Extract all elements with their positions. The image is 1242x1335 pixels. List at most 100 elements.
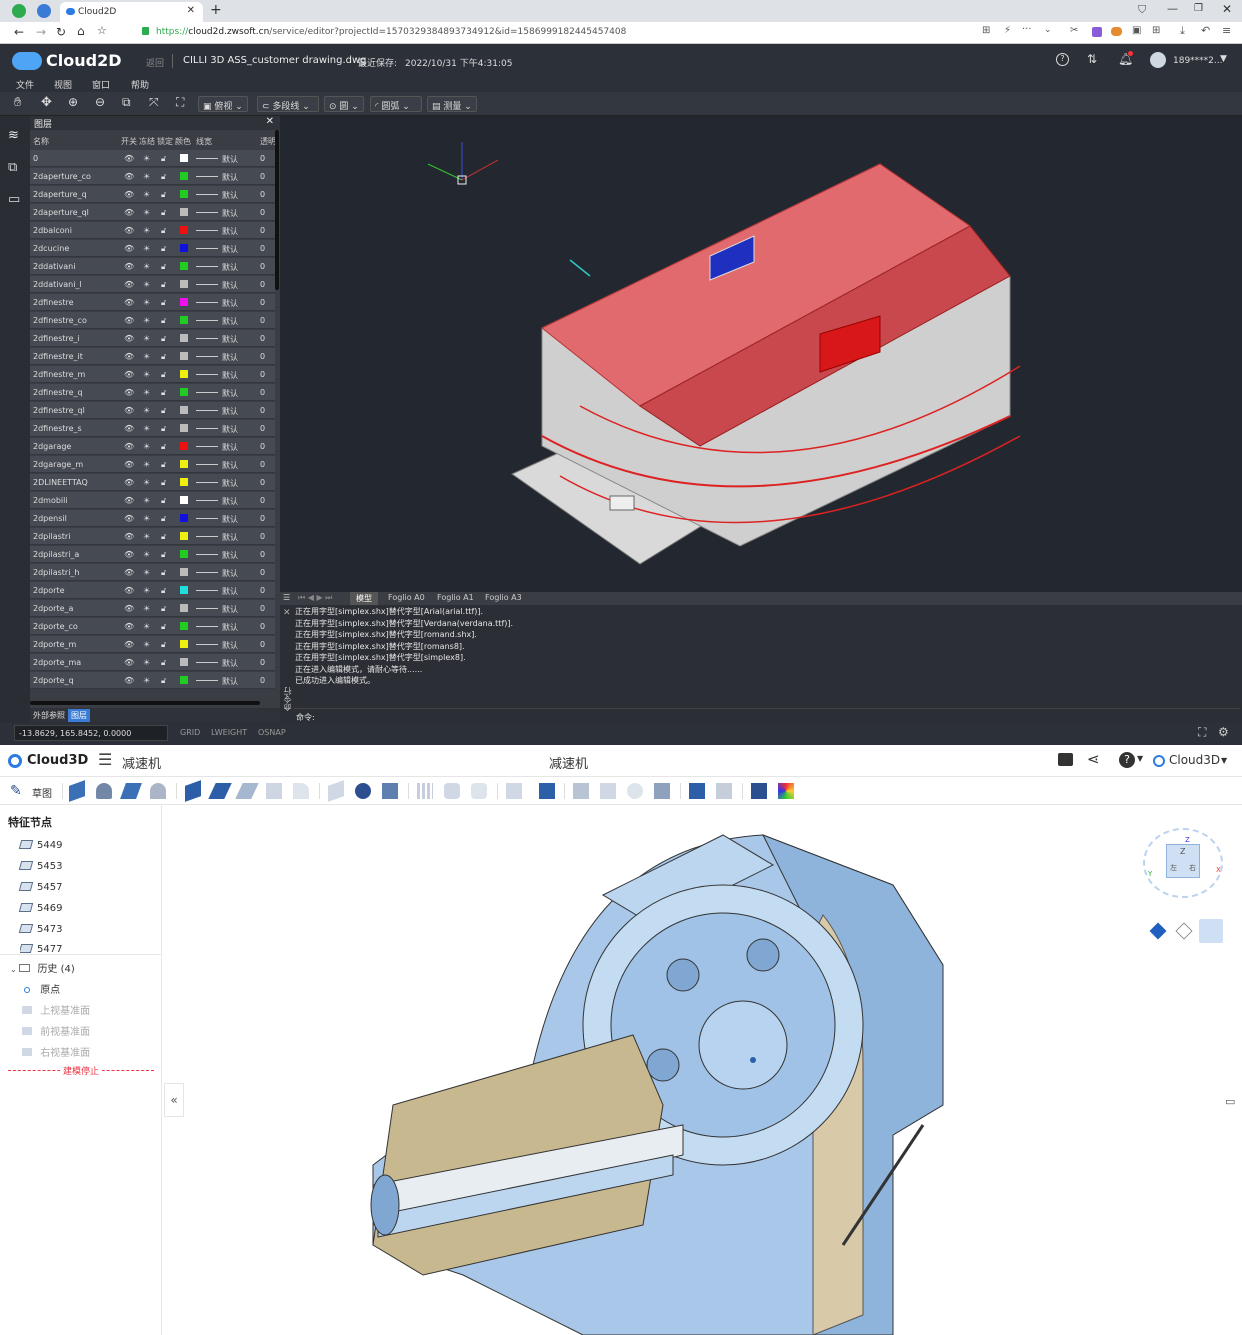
history-folder[interactable]: ⌄ 历史 (4): [10, 960, 75, 976]
chamfer-icon[interactable]: [355, 783, 371, 799]
eye-icon[interactable]: 👁︎: [124, 568, 134, 577]
sun-icon[interactable]: ☀: [143, 532, 150, 541]
layer-color-swatch[interactable]: [180, 316, 188, 324]
tree-node[interactable]: 5477: [20, 944, 62, 953]
layer-row[interactable]: 2dpilastri_h 👁︎ ☀ 🔓︎ 默认 0: [30, 564, 275, 581]
layer-color-swatch[interactable]: [180, 496, 188, 504]
layer-color-swatch[interactable]: [180, 190, 188, 198]
origin-item[interactable]: 原点: [24, 981, 60, 997]
view-dropdown[interactable]: ▣ 俯视 ⌄: [198, 96, 248, 112]
collapse-tree-icon[interactable]: «: [164, 1083, 184, 1117]
shell-icon[interactable]: [266, 783, 282, 799]
close-panel-icon[interactable]: ✕: [266, 116, 274, 127]
layer-color-swatch[interactable]: [180, 442, 188, 450]
apps-icon[interactable]: ⊞: [1152, 25, 1160, 36]
cut-sweep-icon[interactable]: [235, 783, 259, 799]
sun-icon[interactable]: ☀: [143, 388, 150, 397]
lock-icon[interactable]: 🔓︎: [161, 352, 166, 362]
sun-icon[interactable]: ☀: [143, 370, 150, 379]
grid-toggle[interactable]: GRID: [180, 728, 200, 737]
layer-row[interactable]: 2dfinestre_co 👁︎ ☀ 🔓︎ 默认 0: [30, 312, 275, 329]
section-icon[interactable]: [716, 783, 732, 799]
extension-purple-icon[interactable]: [1092, 27, 1102, 37]
back-arrow-icon[interactable]: ←: [14, 25, 24, 39]
layer-color-swatch[interactable]: [180, 640, 188, 648]
layer-color-swatch[interactable]: [180, 478, 188, 486]
layer-row[interactable]: 2dpilastri_a 👁︎ ☀ 🔓︎ 默认 0: [30, 546, 275, 563]
regen-icon[interactable]: ⛶: [176, 95, 184, 110]
extension-icon[interactable]: [37, 4, 51, 18]
sheet-tab-a3[interactable]: Foglio A3: [485, 593, 522, 602]
zoom-window-icon[interactable]: ⧉: [122, 95, 131, 110]
layer-row[interactable]: 2dporte_q 👁︎ ☀ 🔓︎ 默认 0: [30, 672, 275, 689]
layer-color-swatch[interactable]: [180, 352, 188, 360]
lock-icon[interactable]: 🔓︎: [161, 586, 166, 596]
layer-color-swatch[interactable]: [180, 298, 188, 306]
sun-icon[interactable]: ☀: [143, 172, 150, 181]
close-cmd-icon[interactable]: ✕: [283, 608, 291, 618]
cut-revolve-icon[interactable]: [208, 783, 232, 799]
panel-scrollbar[interactable]: [30, 701, 260, 705]
layer-row[interactable]: 2ddativani 👁︎ ☀ 🔓︎ 默认 0: [30, 258, 275, 275]
eye-icon[interactable]: 👁︎: [124, 640, 134, 649]
layer-color-swatch[interactable]: [180, 604, 188, 612]
lock-icon[interactable]: 🔓︎: [161, 388, 166, 398]
menu-icon[interactable]: ≡: [1222, 24, 1231, 37]
browser-tab-cloud2d[interactable]: Cloud2D ✕: [60, 2, 203, 22]
lock-icon[interactable]: 🔓︎: [161, 478, 166, 488]
eye-icon[interactable]: 👁︎: [124, 172, 134, 181]
layer-row[interactable]: 2daperture_ql 👁︎ ☀ 🔓︎ 默认 0: [30, 204, 275, 221]
sheet-tab-model[interactable]: 模型: [350, 592, 378, 605]
bookmark-icon[interactable]: ☆: [97, 24, 107, 37]
sun-icon[interactable]: ☀: [143, 478, 150, 487]
sheet-tab-a0[interactable]: Foglio A0: [388, 593, 425, 602]
layer-color-swatch[interactable]: [180, 568, 188, 576]
layer-color-swatch[interactable]: [180, 226, 188, 234]
game-icon[interactable]: [1111, 27, 1122, 36]
eye-icon[interactable]: 👁︎: [124, 586, 134, 595]
appearance-icon[interactable]: [778, 783, 794, 799]
eye-icon[interactable]: 👁︎: [124, 352, 134, 361]
sun-icon[interactable]: ☀: [143, 658, 150, 667]
eye-icon[interactable]: 👁︎: [124, 514, 134, 523]
move-icon[interactable]: ✥: [41, 95, 52, 110]
tree-node[interactable]: 5473: [18, 924, 62, 940]
sun-icon[interactable]: ☀: [143, 280, 150, 289]
sketch-button[interactable]: 草图: [32, 785, 52, 800]
layer-color-swatch[interactable]: [180, 388, 188, 396]
layer-row[interactable]: 2dporte_co 👁︎ ☀ 🔓︎ 默认 0: [30, 618, 275, 635]
lock-icon[interactable]: 🔓︎: [161, 460, 166, 470]
layer-row[interactable]: 2dporte_ma 👁︎ ☀ 🔓︎ 默认 0: [30, 654, 275, 671]
layer-row[interactable]: 2dmobili 👁︎ ☀ 🔓︎ 默认 0: [30, 492, 275, 509]
undo-icon[interactable]: ↶: [1201, 24, 1210, 37]
wrench-icon[interactable]: [654, 783, 670, 799]
lock-icon[interactable]: 🔓︎: [161, 406, 166, 416]
layer-row[interactable]: 2dpensil 👁︎ ☀ 🔓︎ 默认 0: [30, 510, 275, 527]
eye-icon[interactable]: 👁︎: [124, 334, 134, 343]
hole-icon[interactable]: [382, 783, 398, 799]
sun-icon[interactable]: ☀: [143, 352, 150, 361]
sun-icon[interactable]: ☀: [143, 550, 150, 559]
flash-icon[interactable]: ⚡: [1004, 25, 1011, 36]
eye-icon[interactable]: 👁︎: [124, 496, 134, 505]
lock-icon[interactable]: 🔓︎: [161, 604, 166, 614]
menu-view[interactable]: 视图: [54, 78, 72, 91]
sliders-icon[interactable]: ☰: [98, 750, 112, 769]
menu-window[interactable]: 窗口: [92, 78, 110, 91]
copy-icon[interactable]: ⧉: [8, 160, 17, 175]
eye-icon[interactable]: 👁︎: [124, 622, 134, 631]
layer-row[interactable]: 2dfinestre_i 👁︎ ☀ 🔓︎ 默认 0: [30, 330, 275, 347]
right-plane-item[interactable]: 右视基准面: [22, 1044, 90, 1060]
user-name[interactable]: 189****2...: [1173, 56, 1223, 66]
sun-icon[interactable]: ☀: [143, 514, 150, 523]
eye-icon[interactable]: 👁︎: [124, 532, 134, 541]
layer-color-swatch[interactable]: [180, 514, 188, 522]
lock-icon[interactable]: 🔓︎: [161, 226, 166, 236]
sweep-icon[interactable]: [120, 783, 142, 799]
layer-row[interactable]: 2dporte_a 👁︎ ☀ 🔓︎ 默认 0: [30, 600, 275, 617]
layer-row[interactable]: 2dfinestre_s 👁︎ ☀ 🔓︎ 默认 0: [30, 420, 275, 437]
3d-viewport[interactable]: « ▭ Z 左 右 X Y Z: [163, 805, 1242, 1335]
eye-icon[interactable]: 👁︎: [124, 154, 134, 163]
lock-icon[interactable]: 🔓︎: [161, 442, 166, 452]
user-caret-icon[interactable]: ▼: [1220, 54, 1227, 64]
